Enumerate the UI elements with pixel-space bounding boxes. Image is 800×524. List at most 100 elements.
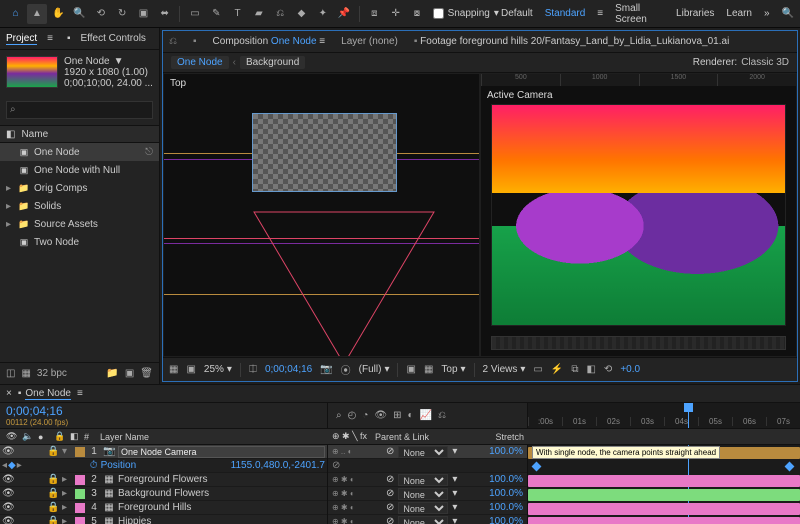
layer-track-2[interactable] — [528, 475, 800, 487]
trash-icon[interactable]: 🗑 — [140, 368, 153, 379]
project-item-solids[interactable]: ▸ 📁 Solids — [0, 197, 159, 215]
lock-icon[interactable]: 🔒 — [47, 474, 59, 485]
col-lock[interactable]: 🔒 — [54, 431, 66, 442]
stretch-value[interactable]: 100.0% — [489, 516, 523, 524]
layer-switches-1[interactable]: ⊕ .. ◐ ⊘ None ▾ 100.0% — [328, 445, 527, 459]
view-dropdown[interactable]: Top ▾ — [441, 364, 465, 375]
stopwatch-icon[interactable]: ⏱ — [90, 460, 98, 471]
layer-row-2[interactable]: 👁 🔒 ▸ 2 ▦ Foreground Flowers — [0, 473, 327, 487]
project-item-one-node-with-null[interactable]: ▣ One Node with Null — [0, 161, 159, 179]
shy-toggle-icon[interactable]: 👁 — [374, 410, 387, 421]
show-snapshot-icon[interactable]: ⦿ — [341, 362, 351, 377]
snapping-checkbox[interactable] — [433, 8, 444, 19]
project-search-input[interactable] — [6, 101, 153, 119]
col-audio[interactable]: 🔈 — [22, 431, 34, 442]
pan-behind-tool-icon[interactable]: ⬌ — [155, 4, 174, 24]
timeline-tab[interactable]: One Node — [25, 388, 71, 400]
chevron-down-icon[interactable]: ▾ — [452, 488, 457, 499]
transparency-grid-icon[interactable]: ▦ — [424, 364, 433, 375]
visibility-toggle-icon[interactable]: 👁 — [2, 516, 14, 524]
position-value[interactable]: 1155.0,480.0,-2401.7 — [231, 460, 325, 471]
eraser-tool-icon[interactable]: ◆ — [292, 4, 311, 24]
layer-switches-2[interactable]: ⊕ ✱ ◐ ⊘ None ▾ 100.0% — [328, 473, 527, 487]
project-item-orig-comps[interactable]: ▸ 📁 Orig Comps — [0, 179, 159, 197]
snapping-chevron-down-icon[interactable]: ▾ — [494, 8, 499, 19]
panel-menu-icon[interactable]: ≡ — [319, 36, 325, 47]
search-global-icon[interactable]: 🔍 — [782, 8, 794, 19]
clone-tool-icon[interactable]: ⎌ — [271, 4, 290, 24]
pixel-aspect-icon[interactable]: ▭ — [533, 364, 542, 375]
layer-track-4[interactable] — [528, 503, 800, 515]
axis-world-icon[interactable]: ✛ — [386, 4, 405, 24]
zoom-level[interactable]: 25% ▾ — [204, 364, 232, 375]
keyframe[interactable] — [532, 462, 542, 472]
tab-composition[interactable]: Composition One Node ≡ — [213, 36, 326, 47]
workspace-learn[interactable]: Learn — [726, 8, 752, 19]
project-col-name[interactable]: Name — [21, 129, 48, 140]
pickwhip-icon[interactable]: ⊘ — [386, 474, 394, 485]
timeline-search-icon[interactable]: ⌕ — [336, 410, 342, 421]
workspace-menu-icon[interactable]: ≡ — [597, 8, 603, 19]
new-folder-icon[interactable]: 📁 — [106, 368, 118, 379]
snapping-toggle[interactable]: Snapping ▾ — [433, 8, 499, 19]
parent-dropdown[interactable]: None — [398, 516, 448, 524]
col-solo[interactable]: ● — [38, 432, 50, 442]
timeline-tracks[interactable]: With single node, the camera points stra… — [528, 445, 800, 524]
visibility-toggle-icon[interactable]: 👁 — [2, 446, 14, 457]
visibility-toggle-icon[interactable]: 👁 — [2, 474, 14, 485]
tab-project[interactable]: Project — [6, 33, 37, 45]
hand-tool-icon[interactable]: ✋ — [49, 4, 68, 24]
tab-effect-controls-icon[interactable]: ▪ — [67, 33, 71, 44]
expand-arrow-icon[interactable]: ▸ — [62, 488, 72, 499]
layer-row-5[interactable]: 👁 🔒 ▸ 5 ▦ Hippies — [0, 515, 327, 524]
expand-arrow-icon[interactable]: ▸ — [62, 502, 72, 513]
footer-resolution[interactable]: (Full) ▾ — [359, 364, 390, 375]
footer-timecode[interactable]: 0;00;04;16 — [265, 364, 312, 375]
tab-footage[interactable]: ▪ Footage foreground hills 20/Fantasy_La… — [414, 36, 729, 47]
alpha-toggle-icon[interactable]: ▦ — [169, 364, 178, 375]
expand-arrow-icon[interactable]: ▸ — [62, 474, 72, 485]
tab-layer[interactable]: Layer (none) — [341, 36, 398, 47]
viewport-active-camera[interactable]: 500 1000 1500 2000 Active Camera — [480, 73, 797, 357]
workspace-small[interactable]: Small Screen — [615, 3, 664, 25]
workspace-overflow-icon[interactable]: » — [764, 8, 770, 19]
zoom-tool-icon[interactable]: 🔍 — [70, 4, 89, 24]
viewport-top[interactable]: Top — [163, 73, 480, 357]
flowchart-icon[interactable]: ⎌ — [169, 36, 177, 47]
property-row-position[interactable]: ◂◆▸ ⏱ Position 1155.0,480.0,-2401.7 — [0, 459, 327, 473]
snapshot-icon[interactable]: 📷 — [320, 364, 332, 375]
layer-row-4[interactable]: 👁 🔒 ▸ 4 ▦ Foreground Hills — [0, 501, 327, 515]
col-parent[interactable]: Parent & Link — [375, 432, 429, 442]
timeline-close-icon[interactable]: × — [6, 388, 12, 399]
parent-dropdown[interactable]: None — [398, 474, 448, 486]
composition-mini-flowchart-icon[interactable]: ◴ — [348, 410, 357, 421]
roi-icon[interactable]: ▣ — [406, 364, 415, 375]
tag-icon[interactable]: ◧ — [6, 129, 15, 140]
pen-tool-icon[interactable]: ✎ — [207, 4, 226, 24]
layer-row-1[interactable]: 👁 🔒 ▾ 1 📷 — [0, 445, 327, 459]
chevron-down-icon[interactable]: ▼ — [114, 56, 124, 67]
parent-dropdown[interactable]: None — [398, 446, 448, 458]
views-count[interactable]: 2 Views ▾ — [483, 364, 526, 375]
stretch-value[interactable]: 100.0% — [489, 474, 523, 485]
frame-blend-icon[interactable]: ⊞ — [393, 410, 401, 421]
layer-color-label[interactable] — [75, 475, 85, 485]
puppet-tool-icon[interactable]: 📌 — [334, 4, 353, 24]
draft-3d-icon[interactable]: ◔ — [362, 410, 368, 421]
flowchart-btn-icon[interactable]: ◧ — [586, 364, 595, 375]
resolution-toggle-icon[interactable]: ⎅ — [249, 364, 257, 375]
visibility-toggle-icon[interactable]: 👁 — [2, 502, 14, 513]
current-time-display[interactable]: 0;00;04;16 — [6, 404, 321, 418]
breadcrumb-background[interactable]: Background — [240, 56, 305, 69]
axis-local-icon[interactable]: ⧈ — [365, 4, 384, 24]
layer-color-label[interactable] — [75, 517, 85, 524]
chevron-down-icon[interactable]: ▾ — [452, 474, 457, 485]
col-label[interactable]: ◧ — [70, 431, 80, 442]
layer-switches-3[interactable]: ⊕ ✱ ◐ ⊘ None ▾ 100.0% — [328, 487, 527, 501]
graph-editor-icon[interactable]: 📈 — [420, 410, 432, 421]
layer-color-label[interactable] — [75, 503, 85, 513]
workspace-standard[interactable]: Standard — [545, 8, 586, 19]
lock-icon[interactable]: 🔒 — [47, 488, 59, 499]
bit-depth-icon[interactable]: ▦ — [21, 368, 30, 379]
renderer-value[interactable]: Classic 3D — [741, 57, 789, 68]
